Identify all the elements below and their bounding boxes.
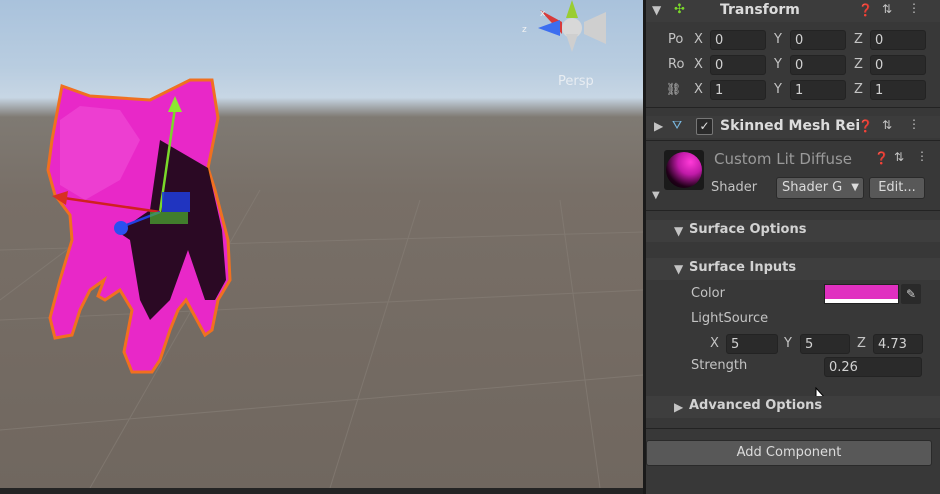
scale-y-label[interactable]: Y bbox=[774, 82, 782, 97]
foldout-open-icon[interactable]: ▼ bbox=[674, 262, 683, 276]
rotation-y-field[interactable]: 0 bbox=[790, 55, 846, 75]
strength-label[interactable]: Strength bbox=[691, 358, 747, 373]
orientation-x-label: x bbox=[540, 9, 546, 19]
light-x-label[interactable]: X bbox=[710, 336, 719, 351]
light-x-field[interactable]: 5 bbox=[726, 334, 778, 354]
rotation-label[interactable]: Ro bbox=[668, 57, 684, 72]
orientation-gizmo[interactable]: x z bbox=[522, 0, 606, 52]
shader-dropdown[interactable]: Shader G ▼ bbox=[776, 177, 864, 199]
eyedropper-icon[interactable]: ✎ bbox=[901, 284, 921, 304]
rotation-y-label[interactable]: Y bbox=[774, 57, 782, 72]
gizmo-z-arrow[interactable] bbox=[114, 221, 128, 235]
material-sphere bbox=[666, 152, 702, 188]
color-swatch[interactable] bbox=[824, 284, 899, 304]
cat-model[interactable] bbox=[46, 78, 232, 374]
transform-icon: ✣ bbox=[674, 2, 685, 17]
add-component-button[interactable]: Add Component bbox=[646, 440, 932, 466]
advanced-options-title[interactable]: Advanced Options bbox=[689, 398, 822, 413]
foldout-open-icon[interactable]: ▼ bbox=[674, 224, 683, 238]
preset-icon[interactable]: ⇅ bbox=[882, 118, 892, 132]
rotation-z-field[interactable]: 0 bbox=[870, 55, 926, 75]
divider bbox=[646, 107, 940, 108]
surface-inputs-title[interactable]: Surface Inputs bbox=[689, 260, 796, 275]
foldout-closed-icon[interactable]: ▶ bbox=[674, 400, 683, 414]
strength-field[interactable]: 0.26 bbox=[824, 357, 922, 377]
position-label[interactable]: Po bbox=[668, 32, 683, 47]
more-menu-icon[interactable]: ⋮ bbox=[908, 1, 920, 15]
divider bbox=[646, 210, 940, 211]
position-x-label[interactable]: X bbox=[694, 32, 703, 47]
transform-title: Transform bbox=[720, 2, 800, 18]
rotation-x-field[interactable]: 0 bbox=[710, 55, 766, 75]
position-y-label[interactable]: Y bbox=[774, 32, 782, 47]
light-y-field[interactable]: 5 bbox=[800, 334, 850, 354]
gizmo-plane-handle[interactable] bbox=[162, 192, 190, 212]
material-preview[interactable] bbox=[664, 150, 704, 190]
constrain-proportions-icon[interactable]: ⛓ bbox=[666, 82, 681, 96]
help-icon[interactable]: ❓ bbox=[858, 3, 873, 17]
more-menu-icon[interactable]: ⋮ bbox=[908, 117, 920, 131]
position-z-field[interactable]: 0 bbox=[870, 30, 926, 50]
light-z-field[interactable]: 4.73 bbox=[873, 334, 923, 354]
scale-z-field[interactable]: 1 bbox=[870, 80, 926, 100]
edit-shader-button[interactable]: Edit... bbox=[869, 177, 925, 199]
position-z-label[interactable]: Z bbox=[854, 32, 863, 47]
inspector-panel: ▼ ✣ Transform ❓ ⇅ ⋮ Po X 0 Y 0 Z 0 Ro X … bbox=[646, 0, 940, 494]
scene-canvas[interactable]: x z bbox=[0, 0, 643, 488]
light-z-label[interactable]: Z bbox=[857, 336, 866, 351]
enabled-checkbox[interactable]: ✓ bbox=[696, 118, 713, 135]
help-icon[interactable]: ❓ bbox=[874, 151, 889, 165]
shader-label: Shader bbox=[711, 180, 758, 195]
skinned-mesh-title: Skinned Mesh Rei bbox=[720, 118, 861, 134]
rotation-z-label[interactable]: Z bbox=[854, 57, 863, 72]
divider bbox=[646, 140, 940, 141]
chevron-down-icon: ▼ bbox=[851, 182, 859, 193]
help-icon[interactable]: ❓ bbox=[858, 119, 873, 133]
scene-viewport[interactable]: x z Persp bbox=[0, 0, 643, 488]
color-label[interactable]: Color bbox=[691, 286, 725, 301]
viewport-bottom-bar bbox=[0, 488, 643, 494]
preset-icon[interactable]: ⇅ bbox=[882, 2, 892, 16]
material-name: Custom Lit Diffuse bbox=[714, 150, 853, 168]
scale-x-label[interactable]: X bbox=[694, 82, 703, 97]
light-y-label[interactable]: Y bbox=[784, 336, 792, 351]
foldout-closed-icon[interactable]: ▶ bbox=[654, 119, 663, 133]
color-swatch-fill bbox=[825, 285, 898, 299]
material-foldout-icon[interactable]: ▼ bbox=[652, 190, 660, 201]
skinned-mesh-icon: ⛛ bbox=[672, 118, 683, 132]
foldout-open-icon[interactable]: ▼ bbox=[652, 3, 661, 17]
projection-label[interactable]: Persp bbox=[558, 74, 594, 89]
scale-y-field[interactable]: 1 bbox=[790, 80, 846, 100]
preset-icon[interactable]: ⇅ bbox=[894, 150, 904, 164]
scale-x-field[interactable]: 1 bbox=[710, 80, 766, 100]
more-menu-icon[interactable]: ⋮ bbox=[916, 149, 928, 163]
scale-z-label[interactable]: Z bbox=[854, 82, 863, 97]
light-source-label[interactable]: LightSource bbox=[691, 311, 768, 326]
orientation-z-label: z bbox=[522, 25, 527, 35]
orientation-z-cone[interactable] bbox=[538, 20, 560, 36]
divider bbox=[646, 428, 940, 429]
surface-options-title[interactable]: Surface Options bbox=[689, 222, 806, 237]
gizmo-plane-handle-xz[interactable] bbox=[150, 212, 188, 224]
rotation-x-label[interactable]: X bbox=[694, 57, 703, 72]
position-x-field[interactable]: 0 bbox=[710, 30, 766, 50]
position-y-field[interactable]: 0 bbox=[790, 30, 846, 50]
shader-value: Shader G bbox=[782, 180, 843, 195]
